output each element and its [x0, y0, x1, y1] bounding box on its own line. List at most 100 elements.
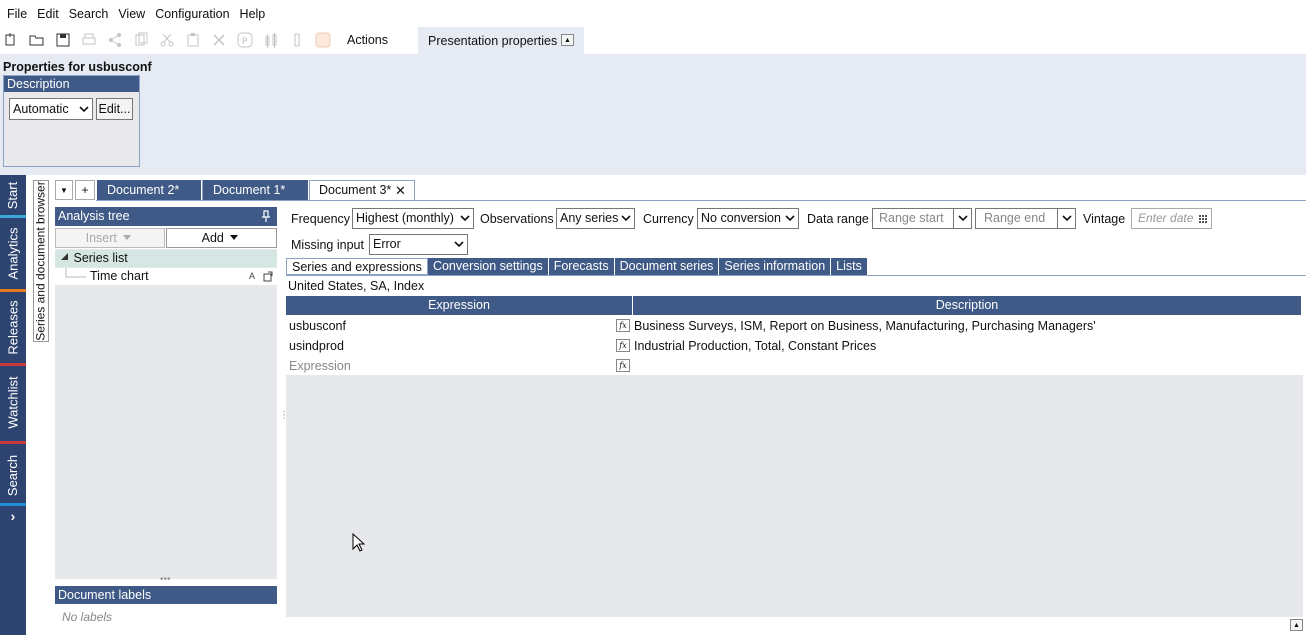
menu-search[interactable]: Search	[64, 7, 114, 21]
new-document-icon[interactable]	[3, 31, 21, 49]
range-end-placeholder: Range end	[984, 211, 1046, 225]
tab-conversion-settings[interactable]: Conversion settings	[427, 258, 549, 275]
properties-title: Properties for usbusconf	[3, 60, 152, 74]
calendar-icon[interactable]	[1198, 209, 1208, 235]
nav-start[interactable]: Start	[0, 175, 26, 215]
publish-icon[interactable]: P	[236, 31, 254, 49]
tab-document-2[interactable]: Document 2*	[97, 180, 201, 200]
add-button[interactable]: Add	[166, 228, 277, 248]
description-cell: Industrial Production, Total, Constant P…	[634, 339, 877, 353]
chart-tag-label: A	[249, 271, 256, 281]
chart-sample-icon[interactable]	[262, 31, 280, 49]
copy-icon[interactable]	[132, 31, 150, 49]
document-labels-empty: No labels	[55, 605, 277, 630]
horizontal-splitter-handle[interactable]: •••	[160, 574, 171, 585]
tab-document-3[interactable]: Document 3* ✕	[309, 180, 415, 201]
expression-cell[interactable]: usbusconf	[289, 319, 346, 333]
function-fx-icon[interactable]: fx	[616, 359, 630, 372]
add-document-tab-button[interactable]: +	[75, 180, 95, 200]
series-info-text: United States, SA, Index	[288, 279, 425, 293]
share-icon[interactable]	[106, 31, 124, 49]
nav-start-label: Start	[5, 181, 21, 209]
paste-icon[interactable]	[184, 31, 202, 49]
tree-connector-icon	[65, 268, 86, 278]
frequency-label: Frequency	[291, 212, 351, 226]
missing-input-select[interactable]: Error	[369, 234, 468, 255]
missing-input-value: Error	[373, 237, 401, 251]
cut-icon[interactable]	[158, 31, 176, 49]
tab-document-series[interactable]: Document series	[614, 258, 720, 275]
nav-releases[interactable]: Releases	[0, 295, 26, 359]
nav-search[interactable]: Search	[0, 447, 26, 503]
series-document-browser-toggle[interactable]: Series and document browser	[33, 180, 49, 342]
insert-button[interactable]: Insert	[55, 228, 165, 248]
tab-document-3-label: Document 3*	[319, 183, 392, 197]
description-header: Description	[4, 76, 139, 92]
nav-releases-accent	[0, 363, 26, 366]
svg-text:P: P	[242, 37, 248, 47]
description-panel: Description Automatic Edit...	[3, 75, 140, 167]
description-cell: Business Surveys, ISM, Report on Busines…	[634, 319, 1096, 333]
scroll-up-icon[interactable]: ▲	[1290, 619, 1303, 631]
collapse-up-icon[interactable]: ▲	[561, 34, 574, 46]
nav-search-label: Search	[5, 454, 21, 496]
frequency-select[interactable]: Highest (monthly)	[352, 208, 474, 229]
chevron-right-icon: ›	[10, 508, 16, 524]
nav-more-button[interactable]: ›	[0, 507, 26, 525]
menu-configuration[interactable]: Configuration	[150, 7, 234, 21]
nav-analytics-accent	[0, 289, 26, 292]
new-expression-row[interactable]: Expression fx	[286, 356, 1301, 376]
tab-list-menu-button[interactable]: ▼	[55, 180, 73, 200]
menu-edit[interactable]: Edit	[32, 7, 64, 21]
column-header-expression[interactable]: Expression	[286, 296, 632, 315]
currency-select[interactable]: No conversion	[697, 208, 799, 229]
nav-watchlist[interactable]: Watchlist	[0, 370, 26, 434]
missing-input-label: Missing input	[291, 238, 364, 252]
tab-series-information[interactable]: Series information	[719, 258, 832, 275]
description-mode-select[interactable]: Automatic	[9, 98, 93, 120]
delete-icon[interactable]	[210, 31, 228, 49]
tree-item-series-list[interactable]: Series list	[55, 250, 277, 267]
tab-document-1[interactable]: Document 1*	[202, 180, 308, 200]
currency-value: No conversion	[701, 211, 781, 225]
properties-area: Properties for usbusconf Description Aut…	[0, 54, 1306, 175]
menu-view[interactable]: View	[113, 7, 150, 21]
menu-bar: File Edit Search View Configuration Help	[0, 0, 1306, 27]
tab-lists[interactable]: Lists	[831, 258, 868, 275]
open-external-icon[interactable]	[263, 268, 273, 291]
expression-cell[interactable]: usindprod	[289, 339, 344, 353]
range-start-select[interactable]: Range start	[872, 208, 972, 229]
left-navigation: Start Analytics Releases Watchlist Searc…	[0, 175, 26, 635]
menu-file[interactable]: File	[2, 7, 32, 21]
actions-menu[interactable]: Actions	[347, 33, 388, 47]
table-row[interactable]: usindprod fx Industrial Production, Tota…	[286, 336, 1301, 356]
range-end-select[interactable]: Range end	[975, 208, 1076, 229]
analysis-tree-title: Analysis tree	[58, 209, 130, 223]
function-fx-icon[interactable]: fx	[616, 319, 630, 332]
save-icon[interactable]	[54, 31, 72, 49]
description-mode-value: Automatic	[13, 102, 69, 116]
column-icon[interactable]	[288, 31, 306, 49]
nav-analytics[interactable]: Analytics	[0, 220, 26, 286]
close-icon[interactable]: ✕	[395, 181, 406, 200]
presentation-properties-tab[interactable]: Presentation properties ▲	[418, 27, 584, 54]
edit-description-button[interactable]: Edit...	[96, 98, 133, 120]
open-folder-icon[interactable]	[28, 31, 46, 49]
expand-triangle-icon[interactable]	[60, 251, 70, 265]
tree-item-time-chart[interactable]: Time chart A	[55, 268, 277, 285]
nav-search-accent	[0, 503, 26, 506]
vintage-date-input[interactable]: Enter date	[1131, 208, 1212, 229]
tab-series-and-expressions[interactable]: Series and expressions	[286, 258, 428, 275]
observations-select[interactable]: Any series	[556, 208, 635, 229]
function-fx-icon[interactable]: fx	[616, 339, 630, 352]
sub-tabs: Series and expressions Conversion settin…	[286, 258, 868, 275]
new-expression-input[interactable]: Expression	[289, 359, 351, 373]
analysis-tree	[55, 249, 277, 579]
menu-help[interactable]: Help	[235, 7, 271, 21]
tab-forecasts[interactable]: Forecasts	[548, 258, 615, 275]
column-header-description[interactable]: Description	[633, 296, 1301, 315]
table-row[interactable]: usbusconf fx Business Surveys, ISM, Repo…	[286, 316, 1301, 336]
highlight-icon[interactable]	[314, 31, 332, 49]
nav-analytics-label: Analytics	[5, 226, 21, 280]
print-icon[interactable]	[80, 31, 98, 49]
